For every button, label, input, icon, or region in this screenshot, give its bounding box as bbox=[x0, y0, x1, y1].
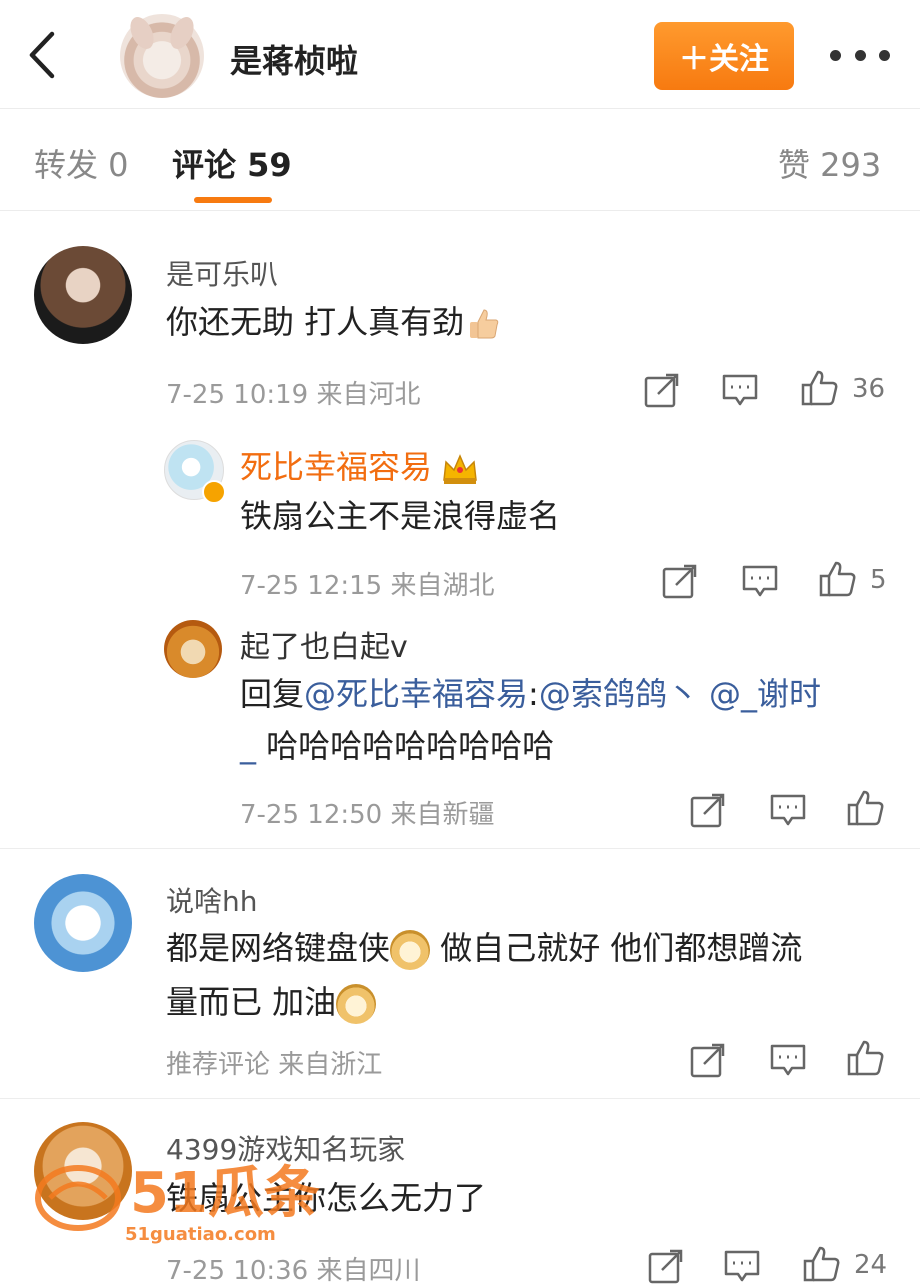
like-icon[interactable] bbox=[818, 559, 858, 599]
verified-badge-icon bbox=[202, 480, 226, 504]
share-icon[interactable] bbox=[646, 1246, 686, 1286]
reply-icon[interactable] bbox=[768, 1040, 808, 1080]
avatar[interactable] bbox=[34, 874, 132, 972]
doge-emoji-icon bbox=[390, 930, 431, 970]
mention-link[interactable]: _ bbox=[240, 727, 256, 765]
comment-author[interactable]: 说啥hh bbox=[166, 880, 258, 920]
share-icon[interactable] bbox=[660, 561, 700, 601]
tab-repost[interactable]: 转发 0 bbox=[34, 140, 129, 186]
divider bbox=[0, 210, 920, 211]
like-count: 5 bbox=[870, 565, 887, 595]
comment-text-body: 量而已 加油 bbox=[166, 983, 337, 1021]
reply-text-line-2: _ 哈哈哈哈哈哈哈哈哈 bbox=[240, 720, 554, 772]
comment-author[interactable]: 4399游戏知名玩家 bbox=[166, 1128, 405, 1168]
avatar[interactable] bbox=[34, 1122, 132, 1220]
doge-emoji-icon bbox=[336, 984, 377, 1024]
like-count: 24 bbox=[854, 1250, 888, 1280]
reply-text-line-1: 回复@死比幸福容易:@索鸽鸽丶 @_谢时 bbox=[240, 668, 821, 720]
comment-text: 铁扇公主你怎么无力了 bbox=[166, 1179, 487, 1217]
reply-text-body: 哈哈哈哈哈哈哈哈哈 bbox=[256, 727, 555, 765]
like-icon[interactable] bbox=[800, 368, 840, 408]
reply-prefix: 回复 bbox=[240, 675, 305, 713]
more-dots-icon[interactable] bbox=[830, 38, 890, 72]
comment-meta: 推荐评论 来自浙江 bbox=[166, 1044, 382, 1081]
comment-text-body: 做自己就好 他们都想蹭流 bbox=[430, 929, 803, 967]
reply-text: 铁扇公主不是浪得虚名 bbox=[240, 497, 561, 535]
share-icon[interactable] bbox=[642, 370, 682, 410]
comment-text: 你还无助 打人真有劲 bbox=[166, 296, 500, 348]
active-tab-indicator bbox=[194, 197, 272, 203]
reply-location: 来自湖北 bbox=[390, 571, 495, 601]
reply-icon[interactable] bbox=[768, 790, 808, 830]
share-icon[interactable] bbox=[688, 790, 728, 830]
watermark-domain: 51guatiao.com bbox=[125, 1224, 276, 1245]
reply-meta: 7-25 12:50 来自新疆 bbox=[240, 794, 494, 831]
comment-location: 来自四川 bbox=[316, 1256, 421, 1286]
comment-location: 来自浙江 bbox=[278, 1050, 383, 1080]
comment-text-body: 你还无助 打人真有劲 bbox=[166, 303, 465, 341]
top-bar: 是蒋桢啦 ＋关注 bbox=[0, 0, 920, 109]
comment-time: 7-25 10:36 bbox=[166, 1256, 309, 1286]
author-name[interactable]: 是蒋桢啦 bbox=[230, 36, 358, 82]
reply-time: 7-25 12:50 bbox=[240, 800, 383, 830]
reply-author-label: 死比幸福容易 bbox=[240, 448, 433, 486]
reply-colon: : bbox=[528, 675, 539, 713]
comment-meta: 7-25 10:19 来自河北 bbox=[166, 374, 420, 411]
comment-location: 来自河北 bbox=[316, 380, 421, 410]
reply-author[interactable]: 起了也白起v bbox=[240, 622, 408, 666]
back-chevron-icon[interactable] bbox=[22, 30, 62, 80]
crown-badge-icon bbox=[443, 454, 477, 484]
avatar[interactable] bbox=[164, 620, 222, 678]
reply-location: 来自新疆 bbox=[390, 800, 495, 830]
reply-icon[interactable] bbox=[722, 1246, 762, 1286]
comment-text-line-2: 量而已 加油 bbox=[166, 976, 377, 1028]
like-icon[interactable] bbox=[846, 1038, 886, 1078]
comment-time: 7-25 10:19 bbox=[166, 380, 309, 410]
mention-link[interactable]: @死比幸福容易 bbox=[304, 675, 528, 713]
thumbs-up-emoji-icon bbox=[470, 309, 499, 339]
tab-like[interactable]: 赞 293 bbox=[778, 140, 881, 186]
reply-icon[interactable] bbox=[720, 370, 760, 410]
like-count: 36 bbox=[852, 374, 886, 404]
author-avatar[interactable] bbox=[120, 14, 204, 98]
recommended-label: 推荐评论 bbox=[166, 1050, 271, 1080]
mention-link[interactable]: @索鸽鸽丶 @_谢时 bbox=[539, 675, 821, 713]
like-icon[interactable] bbox=[846, 788, 886, 828]
reply-author[interactable]: 死比幸福容易 bbox=[240, 442, 480, 488]
like-icon[interactable] bbox=[802, 1244, 842, 1284]
avatar[interactable] bbox=[34, 246, 132, 344]
reply-meta: 7-25 12:15 来自湖北 bbox=[240, 565, 494, 602]
reply-time: 7-25 12:15 bbox=[240, 571, 383, 601]
divider bbox=[0, 848, 920, 849]
tab-comment[interactable]: 评论 59 bbox=[172, 140, 292, 186]
comment-author[interactable]: 是可乐叭 bbox=[166, 253, 278, 293]
reply-icon[interactable] bbox=[740, 561, 780, 601]
comment-text-body: 都是网络键盘侠 bbox=[166, 929, 391, 967]
share-icon[interactable] bbox=[688, 1040, 728, 1080]
divider bbox=[0, 1098, 920, 1099]
follow-button[interactable]: ＋关注 bbox=[654, 22, 794, 90]
comment-text-line-1: 都是网络键盘侠 做自己就好 他们都想蹭流 bbox=[166, 922, 802, 974]
comment-meta: 7-25 10:36 来自四川 bbox=[166, 1250, 420, 1287]
